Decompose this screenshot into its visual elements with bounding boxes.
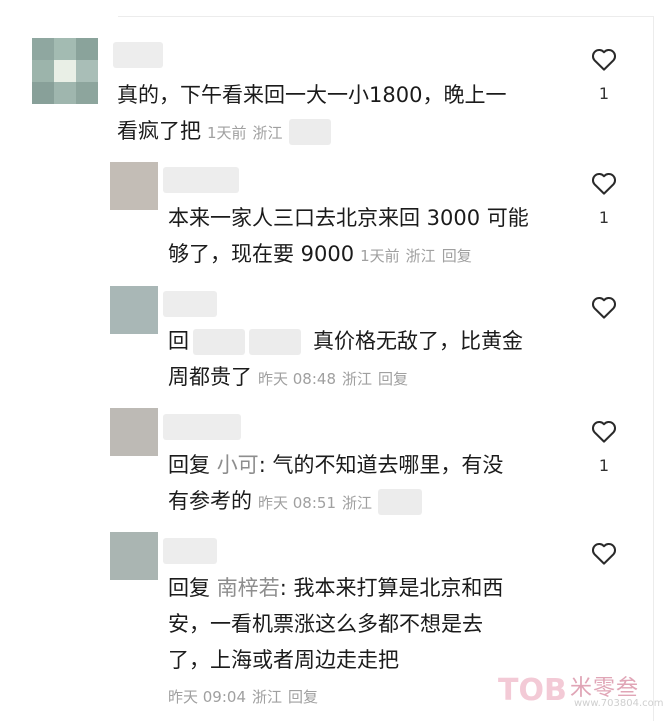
comment-text-prefix: 回 (168, 329, 189, 353)
like-count: 1 (598, 84, 610, 103)
comment-meta: 1天前 浙江 回复 (360, 247, 478, 265)
comment-text: 真价格无敌了，比黄金 (313, 329, 523, 353)
watermark-logo: TOB (498, 673, 567, 706)
comment-text: : 气的不知道去哪里，有没 (258, 453, 504, 477)
comment-text-line: 回复 小可: 气的不知道去哪里，有没 (168, 448, 503, 482)
like-button[interactable] (584, 292, 624, 352)
comment-meta: 1天前 浙江 (207, 124, 289, 142)
watermark-logo-text: TOB (498, 673, 567, 706)
comment-meta: 昨天 09:04 浙江 回复 (168, 688, 324, 706)
comment-text-line: 回复 南梓若: 我本来打算是北京和西 (168, 571, 503, 605)
like-button[interactable]: 1 (584, 416, 624, 476)
avatar[interactable] (32, 38, 98, 104)
comment-meta-line: 昨天 09:04 浙江 回复 (168, 681, 324, 711)
panel-right-border (653, 16, 654, 721)
reply-link[interactable]: 回复 (288, 688, 318, 706)
comment-location: 浙江 (342, 494, 373, 512)
reply-prefix: 回复 (168, 453, 210, 477)
comment-time: 昨天 08:48 (258, 370, 336, 388)
comment-text-line-with-meta: 够了，现在要 9000 1天前 浙江 回复 (168, 237, 478, 273)
mention-username[interactable]: 小可 (217, 453, 259, 477)
avatar[interactable] (110, 286, 158, 334)
like-count: 1 (598, 208, 610, 227)
reply-link[interactable]: 回复 (442, 247, 472, 265)
like-button[interactable]: 1 (584, 44, 624, 104)
redacted-text (378, 489, 423, 515)
reply-prefix: 回复 (168, 576, 210, 600)
comment-text: : 我本来打算是北京和西 (279, 576, 504, 600)
like-button[interactable] (584, 538, 624, 598)
comment-text-line-with-meta: 看疯了把 1天前 浙江 (117, 114, 331, 150)
username-redacted[interactable] (113, 42, 163, 68)
avatar[interactable] (110, 408, 158, 456)
heart-outline-icon (591, 420, 617, 443)
comment-text: 看疯了把 (117, 119, 201, 143)
comment-meta: 昨天 08:48 浙江 回复 (258, 370, 414, 388)
username-redacted[interactable] (163, 291, 217, 317)
comment-time: 昨天 08:51 (258, 494, 336, 512)
comment-text-line: 回 真价格无敌了，比黄金 (168, 324, 523, 358)
mention-username[interactable]: 南梓若 (217, 576, 280, 600)
comment-text: 够了，现在要 9000 (168, 242, 355, 266)
redacted-text (193, 329, 245, 355)
heart-outline-icon (591, 542, 617, 565)
panel-top-border (118, 16, 653, 17)
comment-location: 浙江 (342, 370, 373, 388)
reply-link[interactable]: 回复 (378, 370, 408, 388)
comment-time: 昨天 09:04 (168, 688, 246, 706)
comment-text-line-with-meta: 周都贵了 昨天 08:48 浙江 回复 (168, 360, 414, 396)
redacted-text (249, 329, 301, 355)
heart-outline-icon (591, 296, 617, 319)
comment-text-line-with-meta: 有参考的 昨天 08:51 浙江 (168, 484, 423, 520)
comment-text-line: 了，上海或者周边走走把 (168, 648, 399, 672)
comment-location: 浙江 (252, 688, 283, 706)
site-watermark: TOB 米零叁 www.703804.com (496, 666, 664, 714)
comment-text-line: 安，一看机票涨这么多都不想是去 (168, 612, 483, 636)
like-count (584, 578, 624, 598)
comment-text: 有参考的 (168, 489, 252, 513)
comment-meta: 昨天 08:51 浙江 (258, 494, 378, 512)
like-count (584, 332, 624, 352)
watermark-url: www.703804.com (574, 698, 664, 709)
comment-text-line: 本来一家人三口去北京来回 3000 可能 (168, 206, 529, 230)
comment-time: 1天前 (207, 124, 247, 142)
username-redacted[interactable] (163, 538, 217, 564)
comment-text: 周都贵了 (168, 365, 252, 389)
comment-location: 浙江 (405, 247, 436, 265)
like-button[interactable]: 1 (584, 168, 624, 228)
heart-outline-icon (591, 172, 617, 195)
avatar[interactable] (110, 162, 158, 210)
username-redacted[interactable] (163, 167, 239, 193)
comment-text-line: 真的，下午看来回一大一小1800，晚上一 (117, 83, 507, 107)
like-count: 1 (598, 456, 610, 475)
heart-outline-icon (591, 48, 617, 71)
avatar[interactable] (110, 532, 158, 580)
comment-location: 浙江 (252, 124, 283, 142)
username-redacted[interactable] (163, 414, 241, 440)
comment-time: 1天前 (360, 247, 400, 265)
redacted-text (288, 119, 331, 145)
